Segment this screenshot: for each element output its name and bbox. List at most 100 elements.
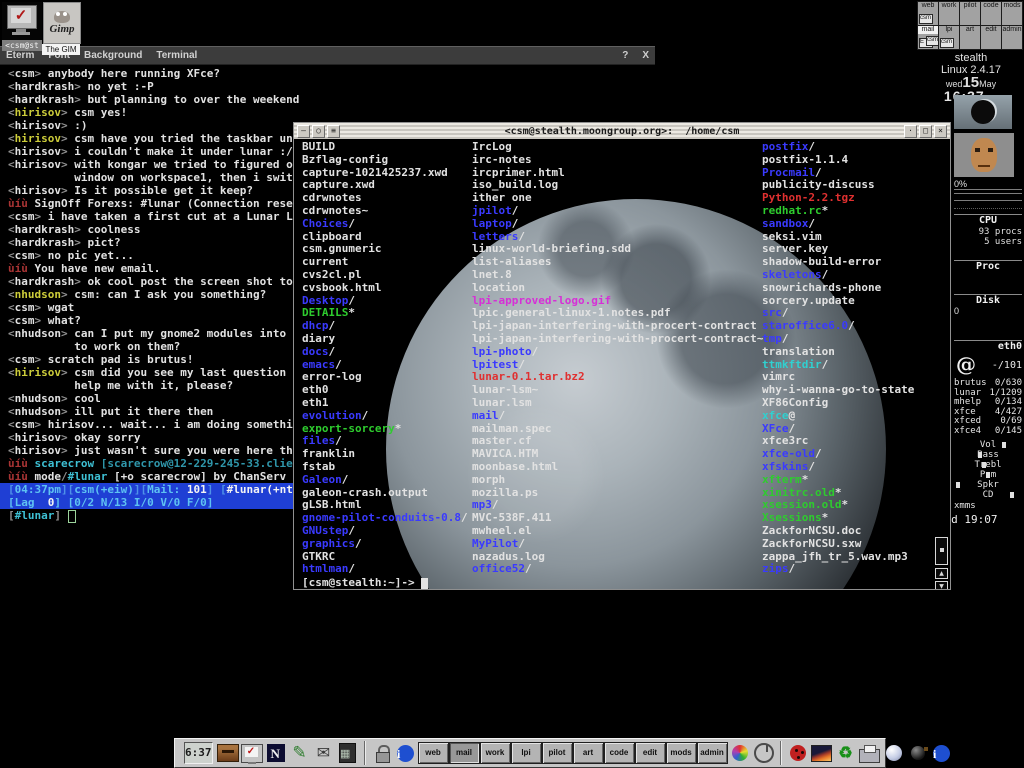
info2-icon[interactable] xyxy=(933,745,950,762)
menu-icon[interactable]: ≡ xyxy=(327,125,340,138)
mailbox-row: xfce40/145 xyxy=(954,427,1022,437)
file-column-2: IrcLogirc-notesircprimer.htmliso_build.l… xyxy=(472,141,763,576)
pager-cell-code[interactable]: code xyxy=(980,1,1002,26)
minimize-icon[interactable]: – xyxy=(297,125,310,138)
workspace-button-work[interactable]: work xyxy=(480,742,511,764)
cpu-panel-button[interactable]: CPU xyxy=(954,214,1022,226)
disk-value: 0 xyxy=(954,306,1022,316)
drawer-icon[interactable] xyxy=(217,744,239,762)
dock-divider-1 xyxy=(364,741,366,765)
iconified-terminal-window[interactable]: <csm@st xyxy=(2,2,42,51)
calculator-icon[interactable] xyxy=(339,743,356,763)
printer-icon-slot xyxy=(859,742,881,764)
wilber-icon xyxy=(54,11,70,23)
disk-panel-button[interactable]: Disk xyxy=(954,294,1022,306)
file-entry: lunar.lsm xyxy=(472,397,763,410)
printer-icon[interactable] xyxy=(859,749,880,763)
shell-prompt[interactable]: [csm@stealth:~]-> xyxy=(302,576,428,589)
pager-cell-lpi[interactable]: lpicsm xyxy=(938,25,960,50)
screenshot-icon[interactable] xyxy=(811,745,832,762)
info-icon[interactable] xyxy=(397,745,414,762)
mail-icon[interactable] xyxy=(317,743,330,763)
pager-cell-work[interactable]: work xyxy=(938,1,960,26)
scrollbar[interactable]: ▲ ▼ xyxy=(935,537,948,589)
mixer-slider-spkr[interactable]: Spkr xyxy=(954,480,1022,490)
gimp-pen-icon[interactable] xyxy=(292,743,306,763)
close-button[interactable]: X xyxy=(642,50,649,61)
close-icon[interactable]: × xyxy=(934,125,947,138)
workspace-button-pilot[interactable]: pilot xyxy=(542,742,573,764)
terminal-body: BUILDBzflag-configcapture-1021425237.xwd… xyxy=(294,139,950,589)
eth0-panel-button[interactable]: eth0 xyxy=(954,340,1022,352)
workspace-button-edit[interactable]: edit xyxy=(635,742,666,764)
pager-cell-label: code xyxy=(981,2,1001,10)
pager-cell-label: mods xyxy=(1002,2,1022,10)
user-count: 5 users xyxy=(954,237,1022,247)
pager-cell-label: work xyxy=(939,2,959,10)
text-line: <hirisov> csm yes! xyxy=(8,106,647,119)
mixer-label: Vol xyxy=(980,440,996,450)
workspace-pager: webcsmworkpilotcodemods mailEcsmlpicsmart… xyxy=(918,2,1024,50)
dock-small-icons xyxy=(370,742,418,764)
mixer-slider-trebl[interactable]: Trebl xyxy=(954,460,1022,470)
monitor-check-icon[interactable] xyxy=(241,744,263,763)
file-column-1: BUILDBzflag-configcapture-1021425237.xwd… xyxy=(302,141,468,576)
netscape-icon-slot xyxy=(265,742,287,764)
sticky-icon[interactable]: · xyxy=(904,125,917,138)
pager-cell-label: web xyxy=(918,2,938,10)
workspace-button-mods[interactable]: mods xyxy=(666,742,697,764)
mixer-handle[interactable] xyxy=(986,472,990,478)
mixer-handle[interactable] xyxy=(1002,442,1006,448)
workspace-button-web[interactable]: web xyxy=(418,742,449,764)
menu-eterm[interactable]: Eterm xyxy=(6,50,34,61)
palette-icon[interactable] xyxy=(732,745,748,761)
workspace-button-art[interactable]: art xyxy=(573,742,604,764)
menu-background[interactable]: Background xyxy=(84,50,142,61)
dock-system-icons xyxy=(786,742,954,764)
workspace-button-admin[interactable]: admin xyxy=(697,742,728,764)
bug-icon[interactable] xyxy=(790,745,806,761)
mixer-slider-bass[interactable]: Bass xyxy=(954,450,1022,460)
mixer-slider-pcm[interactable]: Pcm xyxy=(954,470,1022,480)
doom-face-widget xyxy=(954,133,1014,177)
mixer-handle[interactable] xyxy=(982,462,986,468)
pager-cell-label: art xyxy=(960,26,980,34)
mixer-slider-vol[interactable]: Vol xyxy=(954,440,1022,450)
lock-icon[interactable] xyxy=(375,743,389,763)
menu-terminal[interactable]: Terminal xyxy=(156,50,197,61)
mouse-icon[interactable] xyxy=(886,745,902,761)
pager-cell-admin[interactable]: admin xyxy=(1001,25,1023,50)
xmms-label[interactable]: xmms xyxy=(954,501,1022,511)
pager-cell-edit[interactable]: edit xyxy=(980,25,1002,50)
mouse-icon-slot xyxy=(883,742,905,764)
file-entry: office52/ xyxy=(472,563,763,576)
help-button[interactable]: ? xyxy=(622,50,628,61)
pager-cell-mail[interactable]: mailEcsm xyxy=(917,25,939,50)
pager-cell-pilot[interactable]: pilot xyxy=(959,1,981,26)
pager-cell-label: admin xyxy=(1002,26,1022,34)
mixer-slider-cd[interactable]: CD xyxy=(954,490,1022,500)
meter-line-1 xyxy=(954,193,1022,194)
mixer-handle[interactable] xyxy=(978,452,982,458)
workspace-button-code[interactable]: code xyxy=(604,742,635,764)
maximize-icon[interactable]: □ xyxy=(919,125,932,138)
shade-icon[interactable]: ○ xyxy=(312,125,325,138)
proc-panel-button[interactable]: Proc xyxy=(954,260,1022,272)
mixer-handle[interactable] xyxy=(1010,492,1014,498)
scroll-down-icon[interactable]: ▼ xyxy=(935,581,948,589)
iconified-gimp-window[interactable]: Gimp The GIM xyxy=(42,2,80,55)
mixer-handle[interactable] xyxy=(956,482,960,488)
bomb-icon[interactable] xyxy=(911,746,925,760)
dock-divider-2 xyxy=(780,741,782,765)
pager-cell-mods[interactable]: mods xyxy=(1001,1,1023,26)
scrollbar-thumb[interactable] xyxy=(935,537,948,565)
terminal-titlebar[interactable]: – ○ ≡ <csm@stealth.moongroup.org>: /home… xyxy=(294,123,950,139)
pager-cell-web[interactable]: webcsm xyxy=(917,1,939,26)
workspace-button-lpi[interactable]: lpi xyxy=(511,742,542,764)
scroll-up-icon[interactable]: ▲ xyxy=(935,568,948,579)
netscape-icon[interactable] xyxy=(267,744,285,762)
recycle-icon[interactable] xyxy=(838,743,852,763)
power-icon[interactable] xyxy=(754,743,774,763)
workspace-button-mail[interactable]: mail xyxy=(449,742,480,764)
pager-cell-art[interactable]: art xyxy=(959,25,981,50)
